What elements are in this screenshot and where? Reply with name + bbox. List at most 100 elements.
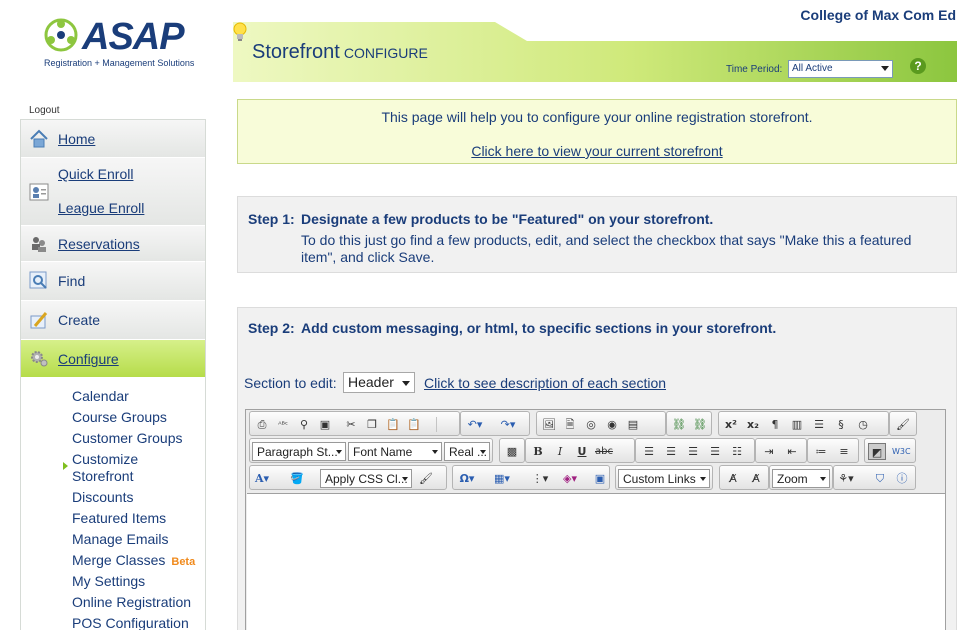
sidebar-item-find[interactable]: Find xyxy=(21,262,205,301)
align-right-icon[interactable]: ☰ xyxy=(684,443,702,460)
image-properties-icon[interactable]: ▩ xyxy=(503,443,521,460)
format-stripper-icon[interactable]: 🖌 xyxy=(894,416,912,433)
design-mode-icon[interactable]: ◩ xyxy=(868,443,886,460)
underline-icon[interactable]: U xyxy=(573,443,591,460)
format-painter-icon[interactable]: 🖌▾ xyxy=(417,470,435,502)
toolbar-row-2: Paragraph St... Font Name Real ... ▩ B I… xyxy=(247,438,947,464)
sidebar-item-configure[interactable]: Configure xyxy=(21,340,205,378)
fore-color-icon[interactable]: A▾ xyxy=(253,470,271,487)
numbered-list-icon[interactable]: ≔ xyxy=(812,443,830,460)
paste-icon[interactable]: 📋 xyxy=(384,416,402,433)
help-icon[interactable]: ? xyxy=(910,58,926,74)
select-all-icon[interactable]: ▣ xyxy=(316,416,334,433)
form-element-icon[interactable]: ▥ xyxy=(788,416,806,433)
horizontal-rule-icon[interactable]: ☰ xyxy=(810,416,828,433)
paragraph-insert-icon[interactable]: ¶ xyxy=(766,416,784,433)
toolbar-group: A▾ 🪣▾ Apply CSS Cl... 🖌▾ xyxy=(249,465,447,502)
sidebar-item-home[interactable]: Home xyxy=(21,120,205,158)
insert-list-icon[interactable]: ⋮▾ xyxy=(531,470,549,487)
sidebar-item-label: Create xyxy=(58,312,101,328)
view-storefront-link[interactable]: Click here to view your current storefro… xyxy=(238,143,956,159)
sidebar-item-league-enroll[interactable]: League Enroll xyxy=(58,200,144,216)
symbol-icon[interactable]: § xyxy=(832,416,850,433)
toolbar-group: A̸ A̸ xyxy=(719,465,769,490)
print-icon[interactable]: ⎙ xyxy=(253,416,271,433)
time-period-select[interactable]: All Active xyxy=(788,60,893,78)
convert-lowercase-icon[interactable]: A̸ xyxy=(724,470,742,487)
back-color-icon[interactable]: 🪣▾ xyxy=(288,470,306,502)
step-2-panel: Step 2: Add custom messaging, or html, t… xyxy=(237,307,957,630)
cut-icon[interactable]: ✂ xyxy=(342,416,360,433)
submenu-discounts[interactable]: Discounts xyxy=(72,489,133,505)
submenu-my-settings[interactable]: My Settings xyxy=(72,573,145,589)
section-select[interactable]: Header xyxy=(343,372,415,393)
paragraph-style-select[interactable]: Paragraph St... xyxy=(252,442,346,461)
editor-content-area[interactable] xyxy=(247,493,945,630)
superscript-icon[interactable]: x² xyxy=(722,416,740,433)
sidebar-item-label: Reservations xyxy=(58,236,140,252)
insert-snippet-icon[interactable]: ◈▾ xyxy=(561,470,579,487)
template-manager-icon[interactable]: ▤ xyxy=(624,416,642,433)
flash-manager-icon[interactable]: ◎ xyxy=(582,416,600,433)
remove-link-icon[interactable]: ⛓ xyxy=(691,416,709,433)
font-size-select[interactable]: Real ... xyxy=(444,442,490,461)
image-manager-icon[interactable]: 🖼 xyxy=(540,416,558,433)
copy-icon[interactable]: ❐ xyxy=(363,416,381,433)
submenu-calendar[interactable]: Calendar xyxy=(72,388,129,404)
align-left-icon[interactable]: ☰ xyxy=(640,443,658,460)
html-editor: ⎙ ᴬᴮᶜ ⚲ ▣ ✂ ❐ 📋 📋▾ ↶▾ ↷▾ 🖼 🗎 ◎ ◉ ▤ xyxy=(245,409,946,630)
insert-date-icon[interactable]: ◷ xyxy=(854,416,872,433)
document-manager-icon[interactable]: 🗎 xyxy=(561,416,579,433)
lightbulb-icon[interactable] xyxy=(233,22,247,42)
insert-form-icon[interactable]: ▣ xyxy=(591,470,609,487)
time-period-value: All Active xyxy=(792,63,833,74)
hyperlink-icon[interactable]: ⛓ xyxy=(670,416,688,433)
insert-table-icon[interactable]: ▦▾ xyxy=(493,470,511,487)
custom-links-select[interactable]: Custom Links xyxy=(618,469,710,488)
submenu-online-registration[interactable]: Online Registration xyxy=(72,594,191,610)
sidebar-item-quick-enroll[interactable]: Quick Enroll xyxy=(58,166,133,182)
undo-icon[interactable]: ↶▾ xyxy=(466,416,484,433)
step-1-number: Step 1: xyxy=(248,211,295,227)
justify-icon[interactable]: ☰ xyxy=(706,443,724,460)
remove-alignment-icon[interactable]: ☷ xyxy=(728,443,746,460)
sidebar-item-create[interactable]: Create xyxy=(21,301,205,340)
bulleted-list-icon[interactable]: ≡ xyxy=(835,443,853,460)
sidebar-item-reservations[interactable]: Reservations xyxy=(21,226,205,262)
redo-icon[interactable]: ↷▾ xyxy=(499,416,517,433)
zoom-select[interactable]: Zoom xyxy=(772,469,830,488)
submenu-pos-configuration[interactable]: POS Configuration xyxy=(72,615,189,630)
toggle-screen-mode-icon[interactable]: ⛉ xyxy=(871,470,889,487)
css-class-select[interactable]: Apply CSS Cl... xyxy=(320,469,412,488)
insert-symbol-icon[interactable]: Ω▾ xyxy=(458,470,476,487)
convert-uppercase-icon[interactable]: A̸ xyxy=(747,470,765,487)
align-center-icon[interactable]: ☰ xyxy=(662,443,680,460)
section-description-link[interactable]: Click to see description of each section xyxy=(424,375,666,391)
xhtml-validator-icon[interactable]: W3C xyxy=(892,443,911,460)
module-manager-icon[interactable]: ⚘▾ xyxy=(837,470,855,487)
spellcheck-icon[interactable]: ᴬᴮᶜ xyxy=(274,416,292,433)
organization-name: College of Max Com Ed xyxy=(800,7,956,23)
submenu-storefront[interactable]: Storefront xyxy=(72,468,133,484)
about-icon[interactable]: ⓘ xyxy=(893,470,911,487)
outdent-icon[interactable]: ⇤ xyxy=(783,443,801,460)
submenu-customize[interactable]: Customize xyxy=(72,451,138,467)
gear-icon xyxy=(31,351,48,367)
logout-link[interactable]: Logout xyxy=(29,105,60,116)
italic-icon[interactable]: I xyxy=(551,443,569,460)
strikethrough-icon[interactable]: abc xyxy=(595,443,613,460)
indent-icon[interactable]: ⇥ xyxy=(760,443,778,460)
chevron-down-icon xyxy=(480,450,486,454)
submenu-featured-items[interactable]: Featured Items xyxy=(72,510,166,526)
submenu-course-groups[interactable]: Course Groups xyxy=(72,409,167,425)
paste-options-icon[interactable]: 📋▾ xyxy=(405,416,423,448)
media-manager-icon[interactable]: ◉ xyxy=(603,416,621,433)
bold-icon[interactable]: B xyxy=(529,443,547,460)
submenu-customer-groups[interactable]: Customer Groups xyxy=(72,430,182,446)
submenu-manage-emails[interactable]: Manage Emails xyxy=(72,531,169,547)
find-replace-icon[interactable]: ⚲ xyxy=(295,416,313,433)
submenu-merge-classes[interactable]: Merge Classes Beta xyxy=(72,552,195,568)
subscript-icon[interactable]: x₂ xyxy=(744,416,762,433)
font-name-select[interactable]: Font Name xyxy=(348,442,442,461)
toolbar-group: ⎙ ᴬᴮᶜ ⚲ ▣ ✂ ❐ 📋 📋▾ xyxy=(249,411,460,448)
